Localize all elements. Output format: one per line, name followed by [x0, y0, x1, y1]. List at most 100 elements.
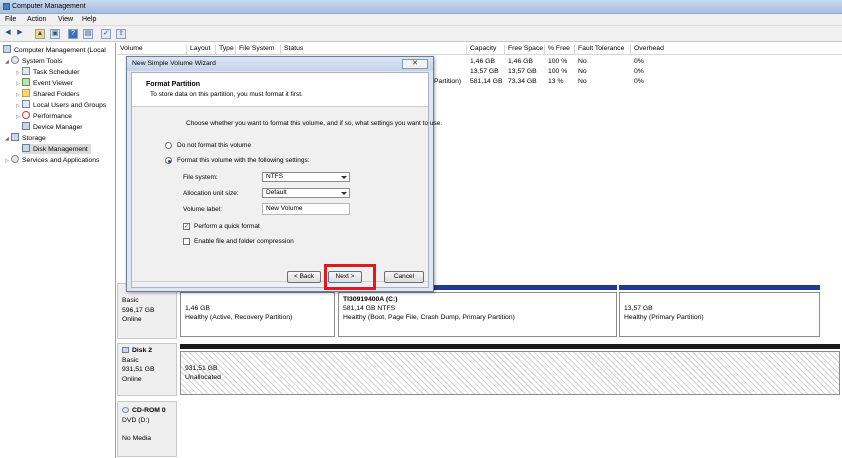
tree-item-shared-folders[interactable]: ▷ Shared Folders [16, 89, 79, 100]
quick-format-label[interactable]: Perform a quick format [194, 223, 260, 230]
close-icon[interactable]: ✕ [402, 59, 428, 69]
chevron-down-icon [341, 176, 347, 179]
disk0-size: 596,17 GB [122, 306, 155, 314]
row1-overhead: 0% [634, 58, 644, 65]
help-icon[interactable]: ? [68, 29, 78, 39]
folder-up-icon[interactable]: ▲ [35, 29, 45, 39]
tree-root[interactable]: Computer Management (Local [3, 45, 106, 55]
volume-list-header: Volume Layout Type File System Status Ca… [117, 44, 842, 55]
properties-icon[interactable]: ▣ [50, 29, 60, 39]
volume-label-label: Volume label: [183, 206, 223, 213]
disk2-part-size: 931,51 GB [185, 365, 218, 372]
tree-item-storage[interactable]: ◢ Storage [5, 133, 46, 144]
storage-icon [11, 133, 19, 141]
menu-view[interactable]: View [58, 16, 73, 23]
disk0-partition3[interactable]: 13,57 GB Healthy (Primary Partition) [619, 292, 820, 337]
allocation-unit-label: Allocation unit size: [183, 190, 239, 197]
tree-item-services[interactable]: ▷ Services and Applications [5, 155, 99, 166]
wizard-header: Format Partition To store data on this p… [132, 73, 428, 107]
disk0-state: Online [122, 316, 142, 323]
col-type[interactable]: Type [216, 45, 236, 55]
chevron-down-icon [341, 192, 347, 195]
disk2-info[interactable]: Disk 2 Basic 931,51 GB Online [117, 343, 177, 396]
quick-format-checkbox[interactable]: ✓ [183, 223, 190, 230]
list-view-icon[interactable]: ▤ [83, 29, 93, 39]
partition1-status: Healthy (Active, Recovery Partition) [185, 314, 293, 321]
disk-drive-icon [122, 347, 129, 353]
wizard-title: New Simple Volume Wizard [132, 60, 216, 67]
device-manager-icon [22, 122, 30, 130]
col-pct-free[interactable]: % Free [545, 45, 575, 55]
col-fault-tolerance[interactable]: Fault Tolerance [575, 45, 631, 55]
partition3-status: Healthy (Primary Partition) [624, 314, 704, 321]
back-arrow-icon[interactable]: ◀ [3, 29, 13, 39]
compression-checkbox[interactable] [183, 238, 190, 245]
row2-free: 13,57 GB [508, 68, 537, 75]
partition3-size: 13,57 GB [624, 305, 653, 312]
users-icon [22, 100, 30, 108]
computer-icon [3, 45, 11, 53]
forward-arrow-icon[interactable]: ▶ [15, 29, 25, 39]
allocation-unit-value: Default [266, 189, 287, 196]
disk2-unallocated-partition[interactable]: 931,51 GB Unallocated [180, 351, 840, 395]
file-system-label: File system: [183, 174, 218, 181]
col-volume[interactable]: Volume [117, 45, 187, 55]
cdrom-info[interactable]: CD-ROM 0 DVD (D:) No Media [117, 401, 177, 457]
row3-status-tail: Partition) [434, 78, 462, 85]
computer-management-icon [3, 3, 10, 10]
folder-icon [22, 89, 30, 97]
menu-action[interactable]: Action [27, 16, 46, 23]
disk2-unallocated-bar [180, 344, 840, 349]
disk2-type: Basic [122, 356, 139, 364]
export-icon[interactable]: ⇪ [116, 29, 126, 39]
label-no-format[interactable]: Do not format this volume [177, 142, 251, 149]
clock-icon [22, 67, 30, 75]
menu-file[interactable]: File [5, 16, 16, 23]
cancel-button[interactable]: Cancel [384, 271, 424, 283]
file-system-select[interactable]: NTFS [262, 172, 350, 182]
partition2-name: TI30919400A (C:) [343, 296, 398, 303]
radio-format[interactable] [165, 157, 172, 164]
tree-item-performance[interactable]: ▷ Performance [16, 111, 72, 122]
allocation-unit-select[interactable]: Default [262, 188, 350, 198]
disk2-state: Online [122, 375, 142, 383]
check-icon[interactable]: ✓ [101, 29, 111, 39]
col-file-system[interactable]: File System [236, 45, 281, 55]
cdrom-media: No Media [122, 435, 152, 442]
radio-no-format[interactable] [165, 142, 172, 149]
col-free-space[interactable]: Free Space [505, 45, 545, 55]
row3-overhead: 0% [634, 78, 644, 85]
col-overhead[interactable]: Overhead [631, 45, 681, 55]
performance-icon [22, 111, 30, 119]
file-system-value: NTFS [266, 173, 283, 180]
tree-item-local-users[interactable]: ▷ Local Users and Groups [16, 100, 106, 111]
row1-capacity: 1,46 GB [470, 58, 495, 65]
col-status[interactable]: Status [281, 45, 467, 55]
tree-item-event-viewer[interactable]: ▷ Event Viewer [16, 78, 73, 89]
col-layout[interactable]: Layout [187, 45, 216, 55]
wizard-question: Choose whether you want to format this v… [186, 120, 443, 127]
cd-icon [122, 407, 129, 413]
row1-fault: No [578, 58, 587, 65]
tree-item-system-tools[interactable]: ◢ System Tools [5, 56, 62, 67]
back-button[interactable]: < Back [287, 271, 321, 283]
disk0-partition1[interactable]: 1,46 GB Healthy (Active, Recovery Partit… [180, 292, 335, 337]
menu-bar: File Action View Help [0, 14, 842, 26]
compression-label[interactable]: Enable file and folder compression [194, 238, 294, 245]
row2-capacity: 13,57 GB [470, 68, 499, 75]
next-button-highlight [324, 264, 376, 290]
label-format[interactable]: Format this volume with the following se… [177, 157, 310, 164]
tree-item-task-scheduler[interactable]: ▷ Task Scheduler [16, 67, 79, 78]
cdrom-name: CD-ROM 0 [132, 407, 166, 414]
services-icon [11, 155, 19, 163]
tree-item-device-manager[interactable]: Device Manager [22, 122, 83, 132]
partition2-status: Healthy (Boot, Page File, Crash Dump, Pr… [343, 314, 515, 321]
col-capacity[interactable]: Capacity [467, 45, 505, 55]
tree-item-disk-management[interactable]: Disk Management [22, 144, 91, 154]
disk0-partition2[interactable]: TI30919400A (C:) 581,14 GB NTFS Healthy … [338, 292, 617, 337]
wizard-titlebar: New Simple Volume Wizard ✕ [127, 57, 433, 71]
menu-help[interactable]: Help [82, 16, 96, 23]
disk-graphic-view: Basic 596,17 GB Online 1,46 GB Healthy (… [117, 283, 842, 458]
volume-label-input[interactable]: New Volume [262, 203, 350, 215]
wizard-subheading: To store data on this partition, you mus… [150, 91, 303, 98]
